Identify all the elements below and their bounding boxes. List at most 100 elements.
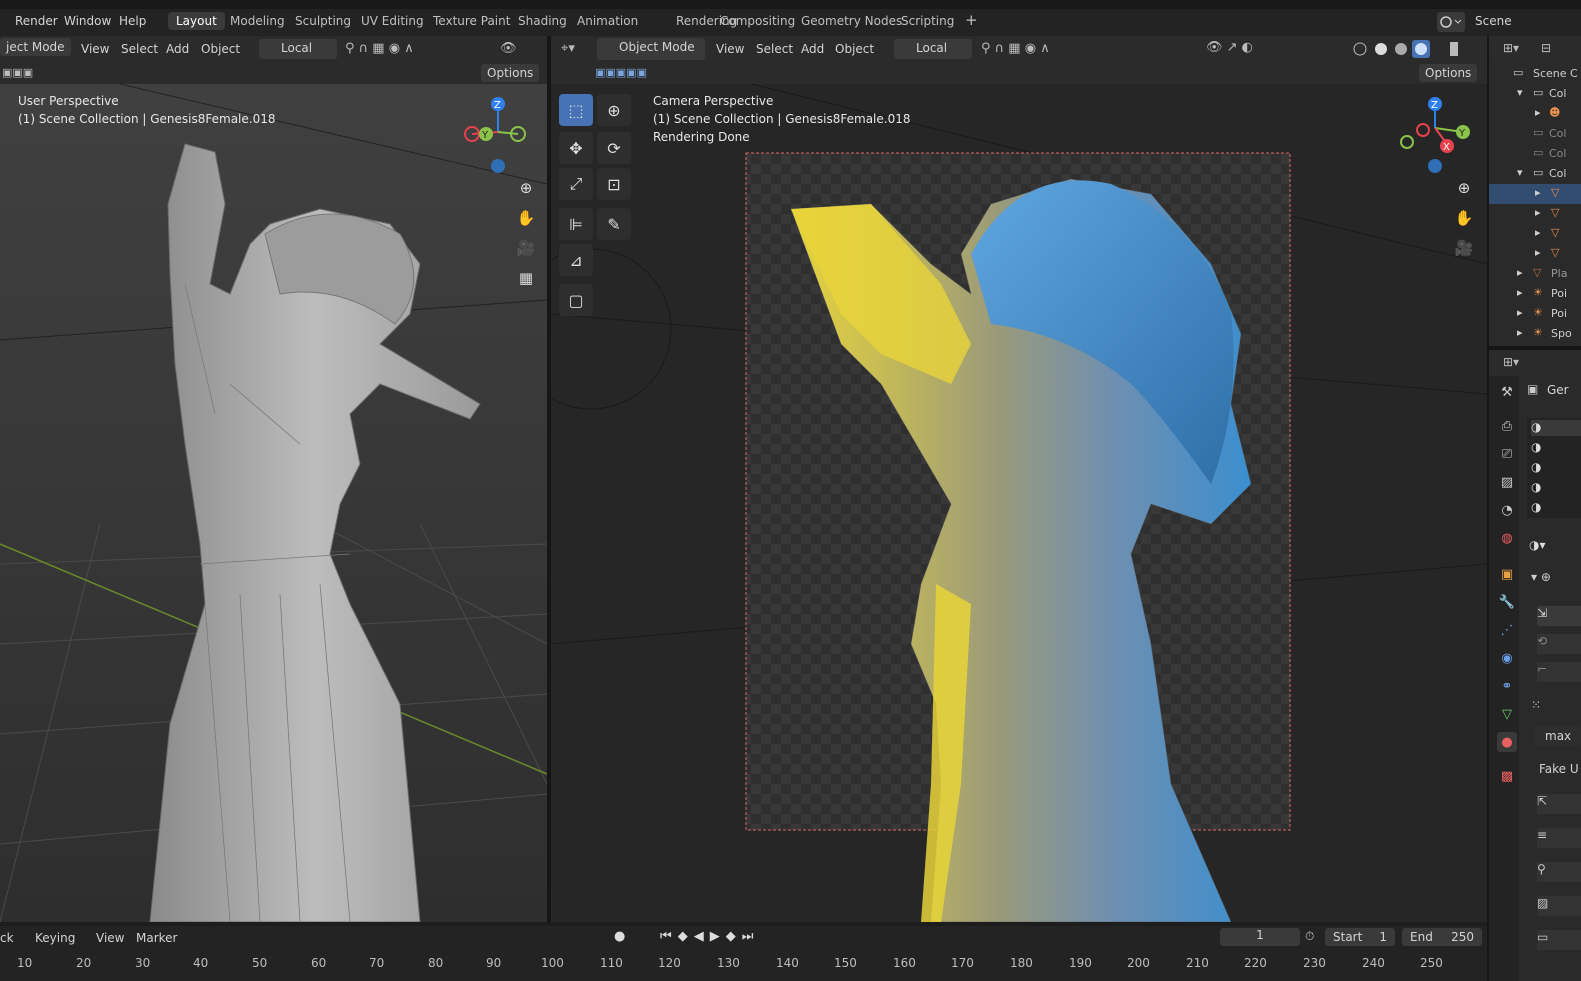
fake-user-toggle[interactable]: Fake U [1529,760,1581,780]
panel-button[interactable]: ⚲ [1537,862,1581,882]
outliner-row[interactable]: ▾ ▭ Col [1489,164,1581,184]
panel-button[interactable]: ▨ [1537,896,1581,916]
outliner-row[interactable]: ▸ ☻ [1489,104,1581,124]
end-frame-field[interactable]: End 250 [1402,928,1482,946]
right-overlay-icons[interactable]: 👁 ↗ ◐ [1206,40,1336,58]
select-box-tool[interactable]: ⬚ [559,94,593,126]
outliner-row[interactable]: ▸ ☀ Poi [1489,284,1581,304]
keyframe-record-icon[interactable]: ● [614,929,644,947]
scale-tool[interactable]: ⤢ [559,168,593,200]
world-tab-icon[interactable]: ◍ [1497,528,1517,548]
texture-tab-icon[interactable]: ▩ [1497,766,1517,786]
menu-window[interactable]: Window [64,14,111,28]
right-menu-select[interactable]: Select [756,42,793,56]
outliner-row[interactable]: ▸ ☀ Poi [1489,304,1581,324]
start-frame-field[interactable]: Start 1 [1325,928,1395,946]
add-workspace-button[interactable]: + [965,11,978,29]
right-navigation-gizmo[interactable]: Z Y X [1395,92,1475,182]
panel-button[interactable]: ≡ [1537,828,1581,848]
playback-controls[interactable]: ⏮◆◀▶◆⏭ [660,929,780,947]
material-tab-icon[interactable]: ● [1497,732,1517,752]
timeline-menu-keying[interactable]: Keying [35,931,75,945]
left-orientation-dropdown[interactable]: Local [259,39,337,59]
camera-view-icon[interactable]: 🎥 [514,236,538,260]
render-tab-icon[interactable]: ⎙ [1497,416,1517,436]
properties-editor-icon[interactable]: ⊞▾ [1503,355,1519,369]
outliner-row[interactable]: ▸ ▽ [1489,224,1581,244]
panel-button[interactable]: ⇱ [1537,794,1581,814]
outliner-row[interactable]: ▸ ▽ Pla [1489,264,1581,284]
shading-mode-buttons[interactable] [1351,40,1461,58]
outliner-row[interactable]: ▭ Col [1489,124,1581,144]
tab-layout[interactable]: Layout [168,12,225,30]
right-menu-view[interactable]: View [716,42,744,56]
hand-pan-icon[interactable]: ✋ [514,206,538,230]
panel-button[interactable]: ▭ [1537,930,1581,950]
editor-type-icon[interactable]: ⌖▾ [561,41,591,57]
annotate-tool[interactable]: ✎ [597,208,631,240]
left-menu-view[interactable]: View [81,42,109,56]
current-frame-field[interactable]: 1 [1220,928,1300,946]
left-navigation-gizmo[interactable]: Z Y [460,92,540,182]
outliner-row[interactable]: ▾ ▭ Col [1489,84,1581,104]
left-viewport[interactable]: User Perspective (1) Scene Collection | … [0,84,547,922]
right-options-dropdown[interactable]: Options [1419,64,1478,82]
scene-selector-button[interactable] [1437,12,1465,32]
tool-tab-icon[interactable]: ⚒ [1497,382,1517,402]
measure-tool[interactable]: ⊿ [559,244,593,276]
modifier-wrench-icon[interactable]: 🔧 [1497,592,1517,612]
left-options-dropdown[interactable]: Options [481,64,540,82]
node-button[interactable]: ⟲ [1537,634,1581,654]
outliner-row[interactable]: ▸ ☀ Spo [1489,324,1581,344]
camera-view-icon[interactable]: 🎥 [1452,236,1476,260]
tab-geometry-nodes[interactable]: Geometry Nodes [801,14,902,28]
outliner-row[interactable]: ▸ ▽ [1489,204,1581,224]
left-snapping-icons[interactable]: ⚲ ∩ ▦ ◉ ∧ [345,41,465,57]
data-tab-icon[interactable]: ▽ [1497,704,1517,724]
tab-modeling[interactable]: Modeling [230,14,285,28]
material-slot[interactable]: ◑ [1531,440,1541,454]
transform-tool[interactable]: ⊡ [597,168,631,200]
menu-help[interactable]: Help [119,14,146,28]
stopwatch-icon[interactable]: ⏱ [1305,929,1314,944]
tab-texture-paint[interactable]: Texture Paint [433,14,510,28]
tab-sculpting[interactable]: Sculpting [295,14,351,28]
timeline-menu-view[interactable]: View [96,931,124,945]
left-menu-object[interactable]: Object [201,42,240,56]
physics-tab-icon[interactable]: ◉ [1497,648,1517,668]
tab-uv-editing[interactable]: UV Editing [361,14,424,28]
hand-pan-icon[interactable]: ✋ [1452,206,1476,230]
zoom-icon[interactable]: ⊕ [514,176,538,200]
outliner-row[interactable]: ▸ ▽ [1489,184,1581,204]
left-select-mode-icons[interactable]: ▣▣▣ [2,66,54,80]
max-field[interactable]: max [1535,726,1581,746]
object-tab-icon[interactable]: ▣ [1497,564,1517,584]
tab-shading[interactable]: Shading [518,14,567,28]
scene-name[interactable]: Scene [1475,14,1512,28]
particles-tab-icon[interactable]: ⋰ [1497,620,1517,640]
add-cube-tool[interactable]: ▢ [559,284,593,316]
right-select-mode-icons[interactable]: ▣▣▣▣▣ [595,66,685,80]
right-menu-add[interactable]: Add [801,42,824,56]
outliner-scene-row[interactable]: ▭ Scene C [1489,64,1581,84]
align-tool[interactable]: ⊫ [559,208,593,240]
tab-scripting[interactable]: Scripting [901,14,954,28]
material-slot[interactable]: ◑ [1531,480,1541,494]
left-mode-dropdown[interactable]: ject Mode [0,38,71,56]
right-mode-dropdown[interactable]: Object Mode [597,38,705,60]
outliner-row[interactable]: ▸ ▽ [1489,244,1581,264]
camera-viewport[interactable]: Camera Perspective (1) Scene Collection … [551,84,1487,922]
material-slot[interactable]: ◑ [1531,420,1581,436]
tab-animation[interactable]: Animation [577,14,638,28]
material-slot[interactable]: ◑ [1531,460,1541,474]
node-button[interactable]: ⇲ [1537,606,1581,626]
left-menu-select[interactable]: Select [121,42,158,56]
rotate-tool[interactable]: ⟳ [597,132,631,164]
left-visibility-icon[interactable]: 👁 [500,41,540,57]
timeline-menu-marker[interactable]: Marker [136,931,177,945]
left-menu-add[interactable]: Add [166,42,189,56]
material-slot-list[interactable]: ◑ ◑ ◑ ◑ ◑ [1527,418,1581,518]
right-orientation-dropdown[interactable]: Local [894,39,972,59]
menu-render[interactable]: Render [15,14,58,28]
outliner-editor-icon[interactable]: ⊞▾ [1503,41,1519,55]
